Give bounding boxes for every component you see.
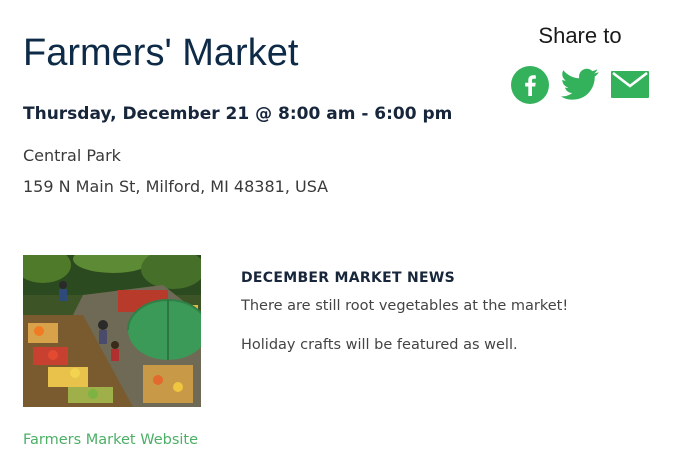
news-heading: DECEMBER MARKET NEWS [241,270,456,286]
twitter-icon[interactable] [560,65,600,103]
event-venue: Central Park [23,146,121,165]
news-line: There are still root vegetables at the m… [241,298,569,314]
share-label: Share to [538,23,622,48]
share-icons [510,65,655,105]
event-date: Thursday, December 21 @ 8:00 am - 6:00 p… [23,104,453,124]
event-title: Farmers' Market [23,32,299,74]
website-link[interactable]: Farmers Market Website [23,430,198,450]
event-address: 159 N Main St, Milford, MI 48381, USA [23,177,329,196]
share-panel: Share to [500,20,660,110]
facebook-icon[interactable] [510,65,550,105]
market-photo [23,255,201,407]
news-line: Holiday crafts will be featured as well. [241,337,518,353]
email-icon[interactable] [611,71,649,98]
